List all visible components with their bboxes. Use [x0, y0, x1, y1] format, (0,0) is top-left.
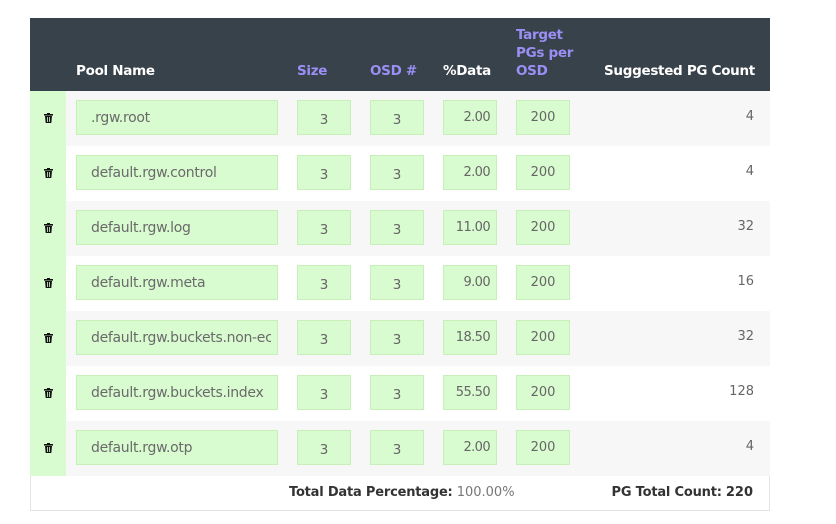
suggested-pg-count: 32: [737, 329, 754, 344]
header-target-line-3: OSD: [516, 63, 548, 79]
percent-data-input[interactable]: [443, 320, 497, 355]
table-row: 32: [30, 311, 770, 366]
osd-count-input[interactable]: [370, 320, 424, 355]
pool-name-input[interactable]: [76, 375, 278, 410]
size-input[interactable]: [297, 430, 351, 465]
target-pgs-input[interactable]: [516, 100, 570, 135]
target-pgs-input[interactable]: [516, 375, 570, 410]
table-row: 32: [30, 201, 770, 256]
pg-total-label: PG Total Count:: [611, 485, 722, 500]
table-row: 4: [30, 421, 770, 476]
header-percent-data: %Data: [443, 63, 491, 79]
pool-name-input[interactable]: [76, 430, 278, 465]
size-input[interactable]: [297, 100, 351, 135]
total-data-label: Total Data Percentage:: [289, 485, 453, 500]
header-osd-link[interactable]: OSD #: [370, 62, 417, 80]
size-input[interactable]: [297, 265, 351, 300]
header-target-line-2: PGs per: [516, 45, 574, 61]
header-size-link[interactable]: Size: [297, 62, 327, 80]
size-input[interactable]: [297, 155, 351, 190]
header-pool-name: Pool Name: [76, 63, 155, 79]
table-row: 128: [30, 366, 770, 421]
trash-icon: [44, 168, 53, 178]
total-data-value: 100.00%: [456, 485, 515, 500]
pg-total-count: PG Total Count: 220: [612, 485, 753, 500]
delete-row-button[interactable]: [30, 421, 66, 476]
target-pgs-input[interactable]: [516, 210, 570, 245]
pg-total-value: 220: [725, 485, 753, 500]
table-row: 4: [30, 91, 770, 146]
header-target-pgs-link[interactable]: Target PGs per OSD: [516, 26, 573, 80]
table-body: 4 4 32 16 32 128 4: [30, 91, 770, 476]
osd-count-input[interactable]: [370, 210, 424, 245]
osd-count-input[interactable]: [370, 100, 424, 135]
size-input[interactable]: [297, 210, 351, 245]
table-footer: Total Data Percentage: 100.00% PG Total …: [30, 476, 770, 511]
osd-count-input[interactable]: [370, 375, 424, 410]
header-suggested-pg-count: Suggested PG Count: [604, 63, 755, 79]
size-input[interactable]: [297, 375, 351, 410]
delete-row-button[interactable]: [30, 311, 66, 366]
delete-row-button[interactable]: [30, 91, 66, 146]
suggested-pg-count: 32: [737, 219, 754, 234]
target-pgs-input[interactable]: [516, 155, 570, 190]
suggested-pg-count: 4: [745, 164, 754, 179]
osd-count-input[interactable]: [370, 265, 424, 300]
table-header: Pool Name Size OSD # %Data Target PGs pe…: [30, 18, 770, 91]
pool-name-input[interactable]: [76, 155, 278, 190]
percent-data-input[interactable]: [443, 265, 497, 300]
suggested-pg-count: 128: [729, 384, 754, 399]
trash-icon: [44, 443, 53, 453]
table-row: 16: [30, 256, 770, 311]
trash-icon: [44, 113, 53, 123]
size-input[interactable]: [297, 320, 351, 355]
percent-data-input[interactable]: [443, 155, 497, 190]
percent-data-input[interactable]: [443, 100, 497, 135]
pool-name-input[interactable]: [76, 210, 278, 245]
trash-icon: [44, 278, 53, 288]
target-pgs-input[interactable]: [516, 265, 570, 300]
delete-row-button[interactable]: [30, 201, 66, 256]
osd-count-input[interactable]: [370, 155, 424, 190]
delete-row-button[interactable]: [30, 366, 66, 421]
delete-row-button[interactable]: [30, 256, 66, 311]
pool-name-input[interactable]: [76, 265, 278, 300]
pool-name-input[interactable]: [76, 320, 278, 355]
trash-icon: [44, 223, 53, 233]
target-pgs-input[interactable]: [516, 320, 570, 355]
total-data-percentage: Total Data Percentage: 100.00%: [289, 485, 515, 500]
percent-data-input[interactable]: [443, 430, 497, 465]
delete-row-button[interactable]: [30, 146, 66, 201]
suggested-pg-count: 4: [745, 109, 754, 124]
table-row: 4: [30, 146, 770, 201]
trash-icon: [44, 388, 53, 398]
percent-data-input[interactable]: [443, 375, 497, 410]
header-target-line-1: Target: [516, 27, 563, 43]
trash-icon: [44, 333, 53, 343]
pool-name-input[interactable]: [76, 100, 278, 135]
target-pgs-input[interactable]: [516, 430, 570, 465]
percent-data-input[interactable]: [443, 210, 497, 245]
pg-calculator-table: Pool Name Size OSD # %Data Target PGs pe…: [30, 18, 770, 511]
suggested-pg-count: 4: [745, 439, 754, 454]
osd-count-input[interactable]: [370, 430, 424, 465]
suggested-pg-count: 16: [737, 274, 754, 289]
